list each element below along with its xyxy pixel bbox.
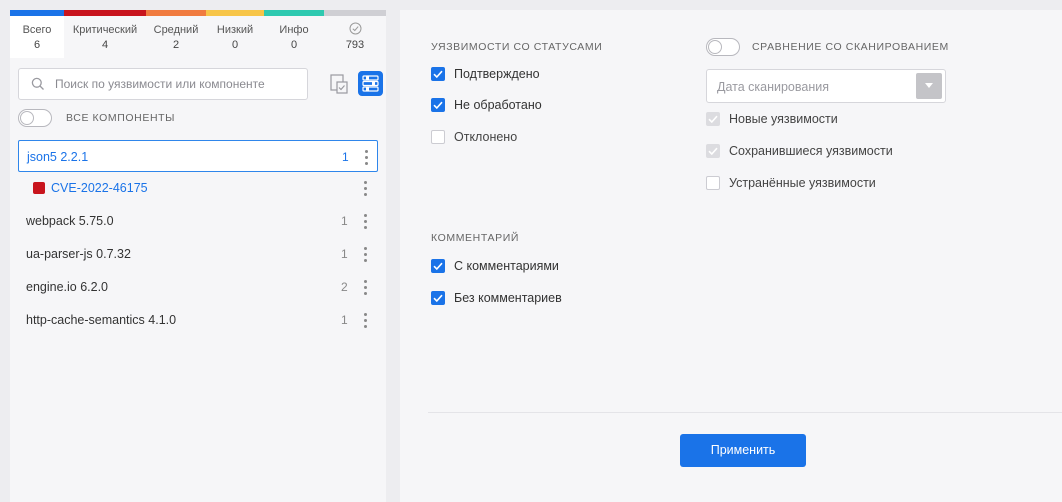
component-row-ua-parser-js[interactable]: ua-parser-js 0.7.32 1 [18, 238, 378, 270]
apply-button[interactable]: Применить [680, 434, 806, 467]
stat-bar [10, 10, 64, 16]
more-menu-icon[interactable] [359, 278, 373, 296]
component-row-engine-io[interactable]: engine.io 6.2.0 2 [18, 271, 378, 303]
stat-low[interactable]: Низкий 0 [206, 10, 264, 58]
critical-severity-icon [33, 182, 45, 194]
all-components-label: ВСЕ КОМПОНЕНТЫ [66, 112, 176, 124]
checkbox-checked-disabled-icon [706, 144, 720, 158]
filters-panel: УЯЗВИМОСТИ СО СТАТУСАМИ Подтверждено Не … [400, 10, 1062, 502]
toggle-knob [708, 40, 722, 54]
components-panel: Всего 6 Критический 4 Средний 2 Низкий 0… [10, 10, 386, 502]
checkbox-label: С комментариями [454, 259, 559, 273]
stat-label: Всего [22, 24, 52, 36]
filter-settings-button[interactable] [358, 71, 383, 96]
all-components-toggle[interactable] [18, 109, 52, 127]
chevron-down-icon[interactable] [916, 73, 942, 99]
component-name: json5 2.2.1 [27, 150, 89, 164]
checkbox-checked-icon [431, 291, 445, 305]
component-name: engine.io 6.2.0 [26, 280, 109, 294]
search-icon [31, 77, 44, 90]
stat-bar [64, 10, 146, 16]
severity-stats: Всего 6 Критический 4 Средний 2 Низкий 0… [10, 10, 386, 58]
comments-section-title: КОММЕНТАРИЙ [431, 232, 520, 244]
checkbox-unchecked-icon [431, 130, 445, 144]
more-menu-icon[interactable] [360, 148, 374, 166]
stat-label: Критический [72, 24, 138, 36]
component-row-http-cache-semantics[interactable]: http-cache-semantics 4.1.0 1 [18, 304, 378, 336]
checkbox-label: Не обработано [454, 98, 542, 112]
checkbox-label: Устранённые уязвимости [729, 176, 876, 190]
stat-value: 4 [101, 39, 109, 51]
checkbox-checked-icon [431, 98, 445, 112]
stat-medium[interactable]: Средний 2 [146, 10, 206, 58]
checkbox-unchecked-icon [706, 176, 720, 190]
stat-value: 6 [33, 39, 41, 51]
statuses-section-title: УЯЗВИМОСТИ СО СТАТУСАМИ [431, 41, 603, 53]
search-field[interactable] [18, 68, 308, 100]
component-count: 1 [342, 150, 349, 164]
checkbox-label: Без комментариев [454, 291, 562, 305]
shield-check-icon [324, 22, 386, 38]
checkbox-label: Подтверждено [454, 67, 540, 81]
component-count: 1 [341, 313, 348, 327]
cve-row[interactable]: CVE-2022-46175 [18, 172, 378, 204]
stat-value: 793 [345, 39, 365, 51]
checkbox-label: Отклонено [454, 130, 518, 144]
checkbox-checked-icon [431, 259, 445, 273]
component-name: http-cache-semantics 4.1.0 [26, 313, 177, 327]
scan-date-placeholder: Дата сканирования [717, 80, 829, 94]
checkbox-checked-icon [431, 67, 445, 81]
compare-scan-label: СРАВНЕНИЕ СО СКАНИРОВАНИЕМ [752, 41, 949, 53]
component-name: ua-parser-js 0.7.32 [26, 247, 131, 261]
stat-bar [264, 10, 324, 16]
sliders-icon [362, 75, 379, 92]
stat-bar [146, 10, 206, 16]
divider [428, 412, 1062, 413]
vulnerability-filter-screen: Всего 6 Критический 4 Средний 2 Низкий 0… [0, 0, 1062, 502]
more-menu-icon[interactable] [359, 245, 373, 263]
more-menu-icon[interactable] [359, 212, 373, 230]
stat-value: 0 [231, 39, 239, 51]
component-name: webpack 5.75.0 [26, 214, 114, 228]
stat-label: Инфо [279, 24, 309, 36]
stat-info[interactable]: Инфо 0 [264, 10, 324, 58]
stat-value: 0 [290, 39, 298, 51]
more-menu-icon[interactable] [359, 311, 373, 329]
report-icon[interactable] [330, 74, 348, 94]
compare-scan-toggle[interactable] [706, 38, 740, 56]
search-input[interactable] [55, 75, 299, 93]
stat-critical[interactable]: Критический 4 [64, 10, 146, 58]
stat-total[interactable]: Всего 6 [10, 10, 64, 58]
checkbox-checked-disabled-icon [706, 112, 720, 126]
stat-label: Средний [153, 24, 199, 36]
component-count: 1 [341, 247, 348, 261]
checkbox-label: Сохранившиеся уязвимости [729, 144, 893, 158]
component-count: 1 [341, 214, 348, 228]
stat-label: Низкий [216, 24, 254, 36]
scan-date-select[interactable]: Дата сканирования [706, 69, 946, 103]
component-row-webpack[interactable]: webpack 5.75.0 1 [18, 205, 378, 237]
checkbox-label: Новые уязвимости [729, 112, 838, 126]
stat-ignored[interactable]: 793 [324, 10, 386, 58]
component-row-json5[interactable]: json5 2.2.1 1 [18, 140, 378, 172]
stat-bar [206, 10, 264, 16]
toggle-knob [20, 111, 34, 125]
cve-id-link[interactable]: CVE-2022-46175 [51, 181, 148, 195]
stat-bar [324, 10, 386, 16]
component-count: 2 [341, 280, 348, 294]
more-menu-icon[interactable] [359, 179, 373, 197]
stat-value: 2 [172, 39, 180, 51]
